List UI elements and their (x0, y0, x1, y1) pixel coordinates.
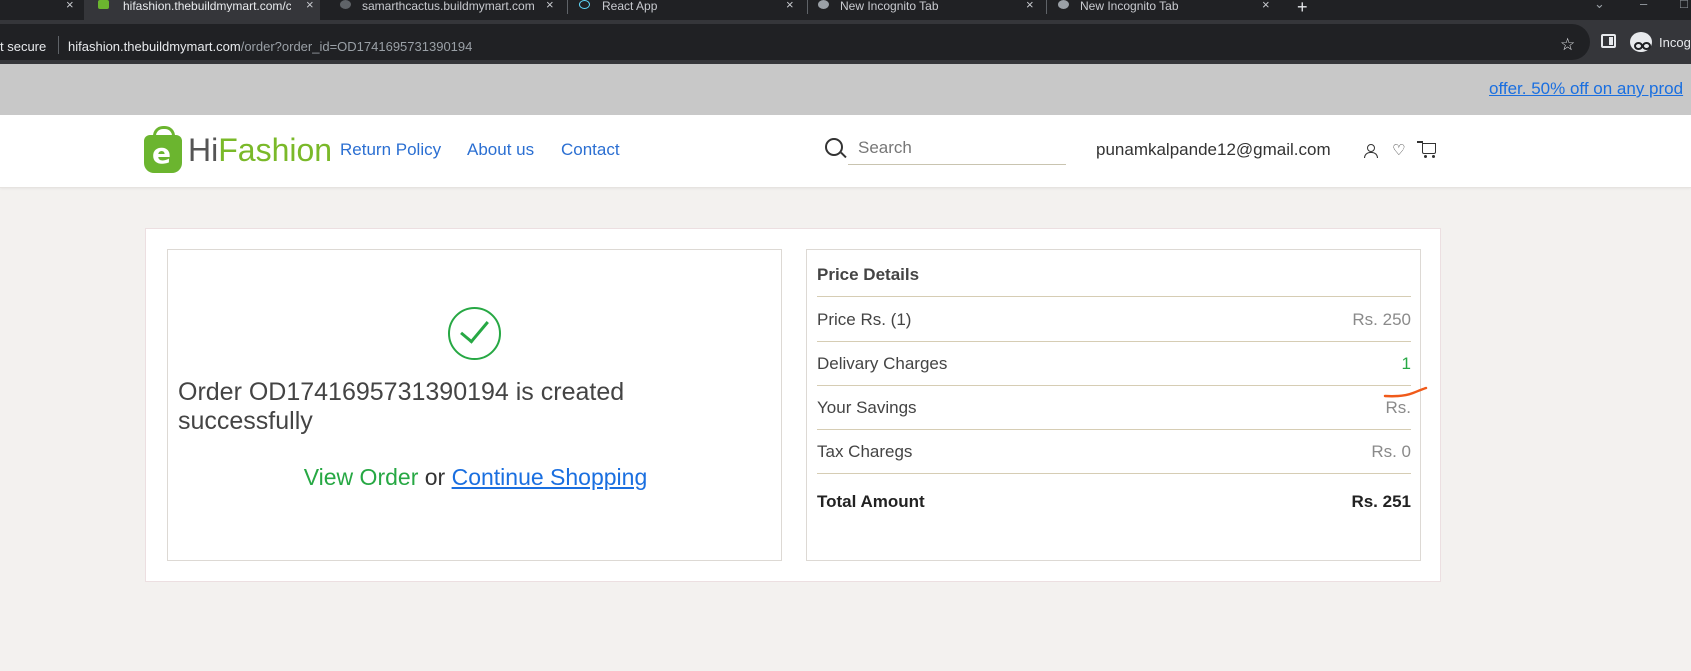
tab-label: hifashion.thebuildmymart.com/c (123, 0, 291, 12)
total-amount-row: Total Amount Rs. 251 (817, 480, 1411, 524)
close-icon[interactable]: × (66, 0, 74, 11)
close-icon[interactable]: × (1262, 0, 1270, 11)
omnibox-separator (58, 36, 59, 54)
tab-label: React App (602, 0, 658, 13)
logo-e: e (152, 137, 171, 170)
url-host: hifashion.thebuildmymart.com (68, 39, 241, 54)
security-label[interactable]: t secure (0, 39, 46, 54)
shopping-bag-logo-icon: e (144, 126, 182, 173)
cart-icon[interactable] (1417, 141, 1436, 158)
globe-favicon-icon (340, 0, 351, 9)
hifashion-favicon-icon (98, 0, 109, 9)
price-row: Tax Charegs Rs. 0 (817, 430, 1411, 474)
view-order-link[interactable]: View Order (304, 464, 419, 490)
price-row-label: Tax Charegs (817, 442, 913, 461)
close-icon[interactable]: × (306, 0, 314, 11)
wishlist-heart-icon[interactable]: ♡ (1392, 141, 1405, 159)
order-success-message: Order OD1741695731390194 is created succ… (178, 378, 625, 435)
tab-label: samarthcactus.buildmymart.com (362, 0, 535, 13)
nav-return-policy[interactable]: Return Policy (340, 140, 441, 160)
nav-contact[interactable]: Contact (561, 140, 620, 160)
omnibox[interactable]: t secure hifashion.thebuildmymart.com/or… (0, 24, 1590, 60)
promo-offer-link[interactable]: offer. 50% off on any prod (1489, 79, 1683, 99)
browser-tab-strip: × hifashion.thebuildmymart.com/c × samar… (0, 0, 1691, 20)
incognito-favicon-icon (1058, 0, 1069, 9)
price-row: Your Savings Rs. (817, 386, 1411, 430)
total-amount-label: Total Amount (817, 492, 925, 511)
tab-incognito-2[interactable]: New Incognito Tab × (1049, 0, 1285, 20)
order-status-panel: Order OD1741695731390194 is created succ… (167, 249, 782, 561)
price-row: Price Rs. (1) Rs. 250 (817, 298, 1411, 342)
url-text[interactable]: hifashion.thebuildmymart.com/order?order… (68, 39, 472, 54)
total-amount-value: Rs. 251 (1351, 492, 1411, 511)
price-row-value: Rs. (1385, 398, 1412, 417)
site-header: e HiFashion Return Policy About us Conta… (0, 115, 1691, 188)
tab-samarthcactus[interactable]: samarthcactus.buildmymart.com × (330, 0, 566, 20)
annotation-underline (1383, 386, 1428, 398)
order-confirmation-card: Order OD1741695731390194 is created succ… (145, 228, 1441, 582)
price-row-label: Delivary Charges (817, 354, 948, 373)
profile-label[interactable]: Incog (1659, 35, 1691, 50)
success-check-icon (448, 307, 501, 360)
close-icon[interactable]: × (1026, 0, 1034, 11)
price-row-label: Your Savings (817, 398, 917, 417)
logo-fashion: Fashion (218, 132, 333, 168)
incognito-favicon-icon (818, 0, 829, 9)
address-bar: t secure hifashion.thebuildmymart.com/or… (0, 20, 1691, 64)
tab-separator (567, 0, 568, 14)
price-row: Delivary Charges 1 (817, 342, 1411, 386)
hifashion-logo[interactable]: e HiFashion (144, 126, 332, 175)
close-icon[interactable]: × (786, 0, 794, 11)
price-details-title: Price Details (817, 264, 1411, 297)
tab-separator (807, 0, 808, 14)
nav-about-us[interactable]: About us (467, 140, 534, 160)
tab-search-icon[interactable]: ⌄ (1594, 0, 1605, 12)
bookmark-star-icon[interactable]: ☆ (1560, 35, 1575, 55)
continue-shopping-link[interactable]: Continue Shopping (452, 464, 648, 490)
logo-wordmark: HiFashion (188, 132, 332, 169)
react-favicon-icon (579, 0, 590, 9)
tab-separator (1046, 0, 1047, 14)
close-icon[interactable]: × (546, 0, 554, 11)
tab-label: New Incognito Tab (1080, 0, 1179, 13)
price-row-value: 1 (1401, 354, 1411, 373)
tab-hifashion[interactable]: hifashion.thebuildmymart.com/c × (84, 0, 320, 20)
price-row-label: Price Rs. (1) (817, 310, 912, 329)
new-tab-button[interactable]: + (1297, 0, 1308, 18)
price-details-panel: Price Details Price Rs. (1) Rs. 250 Deli… (806, 249, 1421, 561)
price-row-value: Rs. 0 (1371, 442, 1411, 461)
order-actions: View Order or Continue Shopping (168, 464, 783, 491)
url-path: /order?order_id=OD1741695731390194 (240, 39, 473, 54)
or-text: or (418, 464, 452, 490)
logo-hi: Hi (188, 132, 219, 168)
search-input[interactable] (848, 131, 1066, 165)
side-panel-icon[interactable] (1601, 34, 1616, 48)
promo-banner: offer. 50% off on any prod (0, 64, 1691, 115)
user-account-icon[interactable] (1364, 144, 1378, 158)
search-icon[interactable] (825, 138, 843, 156)
price-row-value: Rs. 250 (1352, 310, 1411, 329)
user-email[interactable]: punamkalpande12@gmail.com (1096, 140, 1331, 160)
tab-previous[interactable]: × (0, 0, 82, 20)
maximize-icon[interactable]: □ (1680, 0, 1688, 11)
tab-label: New Incognito Tab (840, 0, 939, 13)
tab-react-app[interactable]: React App × (570, 0, 806, 20)
tab-incognito-1[interactable]: New Incognito Tab × (810, 0, 1046, 20)
incognito-icon[interactable] (1630, 32, 1652, 52)
minimize-icon[interactable]: – (1640, 0, 1647, 11)
